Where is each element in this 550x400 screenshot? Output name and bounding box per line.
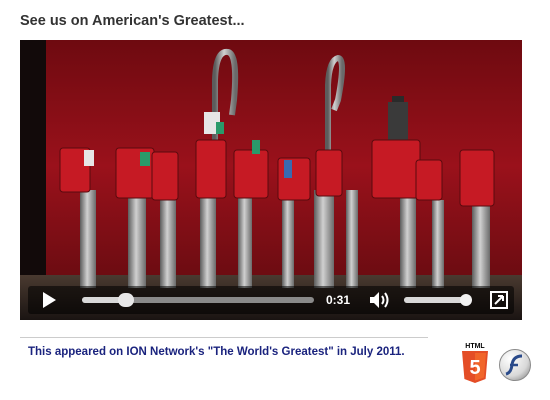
- fullscreen-button[interactable]: [490, 291, 508, 309]
- seek-bar[interactable]: [82, 293, 314, 307]
- section-heading: See us on American's Greatest...: [20, 13, 245, 29]
- flash-logo-icon[interactable]: [498, 348, 532, 382]
- html5-label: HTML: [465, 343, 485, 350]
- seek-handle[interactable]: [118, 293, 135, 307]
- volume-icon: [370, 292, 389, 308]
- mute-button[interactable]: [369, 291, 393, 309]
- video-frame[interactable]: [20, 40, 522, 320]
- volume-slider[interactable]: [404, 294, 472, 306]
- play-icon: [43, 292, 56, 308]
- current-time: 0:31: [326, 293, 351, 307]
- fullscreen-icon: [490, 291, 508, 309]
- volume-handle[interactable]: [460, 294, 472, 306]
- html5-logo-icon: HTML 5: [462, 343, 488, 383]
- video-caption: This appeared on ION Network's "The Worl…: [28, 346, 405, 358]
- html5-number: 5: [469, 357, 480, 379]
- caption-divider: [20, 337, 428, 338]
- video-player[interactable]: 0:31: [20, 40, 522, 320]
- play-button[interactable]: [40, 291, 58, 309]
- video-controls: 0:31: [28, 286, 514, 314]
